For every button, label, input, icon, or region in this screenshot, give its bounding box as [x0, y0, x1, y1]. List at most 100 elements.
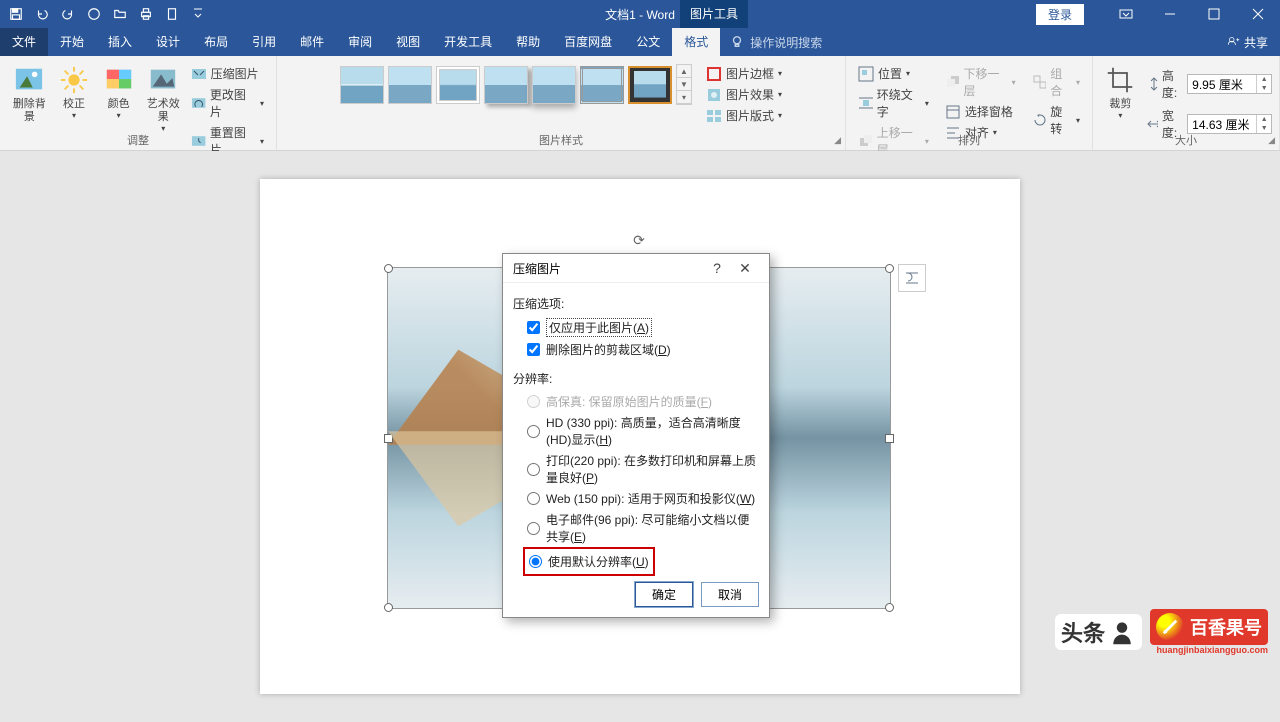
- width-icon: [1147, 117, 1158, 131]
- radio-email[interactable]: [527, 522, 540, 535]
- tab-insert[interactable]: 插入: [96, 28, 144, 56]
- style-thumb[interactable]: [580, 66, 624, 104]
- tab-review[interactable]: 审阅: [336, 28, 384, 56]
- tab-gongwen[interactable]: 公文: [624, 28, 672, 56]
- ribbon-tabs: 文件 开始 插入 设计 布局 引用 邮件 审阅 视图 开发工具 帮助 百度网盘 …: [0, 28, 1280, 56]
- backward-icon: [945, 74, 960, 90]
- dialog-title: 压缩图片: [513, 260, 703, 277]
- wrap-text-button[interactable]: 环绕文字 ▾: [854, 85, 933, 121]
- opt-print[interactable]: 打印(220 ppi): 在多数打印机和屏幕上质量良好(P): [513, 450, 759, 488]
- tab-format[interactable]: 格式: [672, 28, 720, 56]
- picture-border-button[interactable]: 图片边框 ▾: [702, 64, 786, 83]
- share-button[interactable]: 共享: [1216, 34, 1280, 51]
- tab-help[interactable]: 帮助: [504, 28, 552, 56]
- maximize-icon[interactable]: [1192, 0, 1236, 28]
- save-icon[interactable]: [4, 2, 28, 26]
- radio-default[interactable]: [529, 555, 542, 568]
- opt-default[interactable]: 使用默认分辨率(U): [529, 551, 649, 572]
- picture-effects-button[interactable]: 图片效果 ▾: [702, 85, 786, 104]
- radio-print[interactable]: [527, 463, 540, 476]
- height-field[interactable]: 高度: ▲▼: [1147, 66, 1272, 102]
- opt-web[interactable]: Web (150 ppi): 适用于网页和投影仪(W): [513, 488, 759, 509]
- height-icon: [1147, 77, 1158, 91]
- close-icon[interactable]: [1236, 0, 1280, 28]
- change-picture-button[interactable]: 更改图片 ▾: [187, 85, 268, 121]
- style-thumb[interactable]: [436, 66, 480, 104]
- radio-web[interactable]: [527, 492, 540, 505]
- resize-handle[interactable]: [885, 434, 894, 443]
- open-icon[interactable]: [108, 2, 132, 26]
- group-label-styles: 图片样式 ◢: [277, 132, 845, 148]
- ok-button[interactable]: 确定: [635, 582, 693, 607]
- crop-button[interactable]: 裁剪▾: [1100, 60, 1141, 121]
- page-icon[interactable]: [160, 2, 184, 26]
- new-icon[interactable]: [82, 2, 106, 26]
- border-icon: [706, 66, 722, 82]
- style-gallery[interactable]: ▲▼▾: [336, 60, 696, 109]
- window-title: 文档1 - Word: [605, 6, 675, 23]
- opt-apply-only[interactable]: 仅应用于此图片(A): [513, 316, 759, 339]
- title-bar: 文档1 - Word 图片工具 登录: [0, 0, 1280, 28]
- tab-references[interactable]: 引用: [240, 28, 288, 56]
- window-controls: 登录: [1036, 0, 1280, 28]
- opt-email[interactable]: 电子邮件(96 ppi): 尽可能缩小文档以便共享(E): [513, 509, 759, 547]
- rotate-handle-icon[interactable]: ⟳: [633, 232, 645, 249]
- opt-high-fidelity: 高保真: 保留原始图片的质量(F): [513, 391, 759, 412]
- opt-delete-cropped[interactable]: 删除图片的剪裁区域(D): [513, 339, 759, 360]
- tab-file[interactable]: 文件: [0, 28, 48, 56]
- checkbox-apply-only[interactable]: [527, 321, 540, 334]
- login-button[interactable]: 登录: [1036, 4, 1084, 25]
- style-thumb-selected[interactable]: [628, 66, 672, 104]
- change-icon: [191, 95, 206, 111]
- gallery-scroll[interactable]: ▲▼▾: [676, 64, 692, 105]
- resize-handle[interactable]: [885, 603, 894, 612]
- style-thumb[interactable]: [388, 66, 432, 104]
- resize-handle[interactable]: [384, 264, 393, 273]
- radio-hd[interactable]: [527, 425, 540, 438]
- height-input[interactable]: [1188, 75, 1256, 93]
- baixiangguo-watermark: 百香果号: [1150, 609, 1268, 645]
- tab-design[interactable]: 设计: [144, 28, 192, 56]
- tab-home[interactable]: 开始: [48, 28, 96, 56]
- tell-me-search[interactable]: 操作说明搜索: [720, 34, 832, 51]
- baixiangguo-icon: [1156, 613, 1184, 641]
- tab-view[interactable]: 视图: [384, 28, 432, 56]
- selection-pane-button[interactable]: 选择窗格: [941, 102, 1020, 121]
- picture-layout-button[interactable]: 图片版式 ▾: [702, 106, 786, 125]
- compress-pictures-button[interactable]: 压缩图片: [187, 64, 268, 83]
- minimize-icon[interactable]: [1148, 0, 1192, 28]
- tell-me-placeholder: 操作说明搜索: [750, 34, 822, 51]
- cancel-button[interactable]: 取消: [701, 582, 759, 607]
- dialog-help-icon[interactable]: ?: [703, 260, 731, 276]
- ribbon-options-icon[interactable]: [1104, 0, 1148, 28]
- compress-pictures-dialog: 压缩图片 ? ✕ 压缩选项: 仅应用于此图片(A) 删除图片的剪裁区域(D) 分…: [502, 253, 770, 618]
- dialog-titlebar[interactable]: 压缩图片 ? ✕: [503, 254, 769, 283]
- redo-icon[interactable]: [56, 2, 80, 26]
- qat-dropdown-icon[interactable]: [186, 2, 210, 26]
- tab-layout[interactable]: 布局: [192, 28, 240, 56]
- opt-hd[interactable]: HD (330 ppi): 高质量，适合高清晰度(HD)显示(H): [513, 412, 759, 450]
- undo-icon[interactable]: [30, 2, 54, 26]
- resize-handle[interactable]: [384, 434, 393, 443]
- resize-handle[interactable]: [384, 603, 393, 612]
- print-icon[interactable]: [134, 2, 158, 26]
- effects-icon: [706, 87, 722, 103]
- tab-mailings[interactable]: 邮件: [288, 28, 336, 56]
- resize-handle[interactable]: [885, 264, 894, 273]
- dialog-body: 压缩选项: 仅应用于此图片(A) 删除图片的剪裁区域(D) 分辨率: 高保真: …: [503, 283, 769, 617]
- group-adjust: 删除背景 校正▾ 颜色▾ 艺术效果▾ 压缩图片 更改图片 ▾ 重置图片 ▾ 调整: [0, 56, 277, 150]
- group-picture-styles: ▲▼▾ 图片边框 ▾ 图片效果 ▾ 图片版式 ▾ 图片样式 ◢: [277, 56, 846, 150]
- style-thumb[interactable]: [532, 66, 576, 104]
- tab-baidu[interactable]: 百度网盘: [552, 28, 624, 56]
- section-compression-options: 压缩选项:: [513, 295, 759, 312]
- tab-developer[interactable]: 开发工具: [432, 28, 504, 56]
- position-button[interactable]: 位置 ▾: [854, 64, 933, 83]
- dialog-close-icon[interactable]: ✕: [731, 260, 759, 277]
- send-backward-button[interactable]: 下移一层 ▾: [941, 64, 1020, 100]
- style-thumb[interactable]: [484, 66, 528, 104]
- checkbox-delete-cropped[interactable]: [527, 343, 540, 356]
- layout-options-button[interactable]: [898, 264, 926, 292]
- style-thumb[interactable]: [340, 66, 384, 104]
- width-input[interactable]: [1188, 115, 1256, 133]
- group-button[interactable]: 组合 ▾: [1028, 64, 1084, 100]
